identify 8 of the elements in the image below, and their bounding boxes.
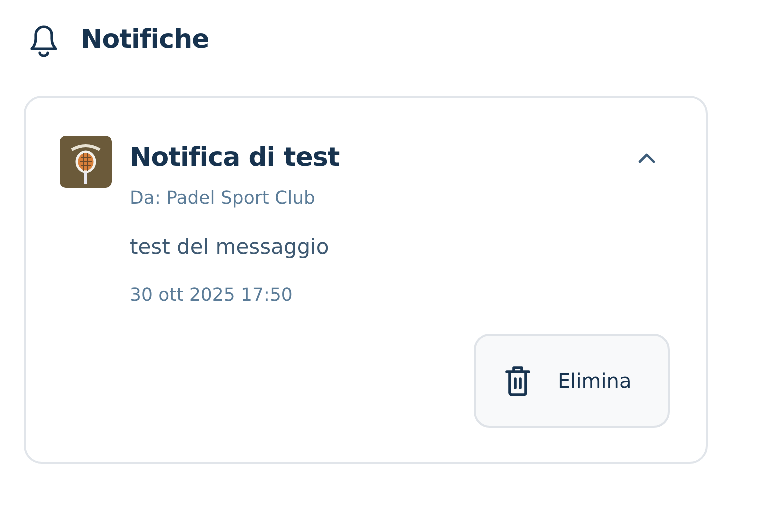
delete-button[interactable]: Elimina	[474, 334, 670, 428]
date-text: 30 ott 2025 17:50	[130, 285, 294, 306]
page-title: Notifiche	[81, 25, 210, 55]
sender-text: Da: Padel Sport Club	[130, 188, 316, 209]
notification-title: Notifica di test	[130, 143, 340, 173]
racket-logo-icon	[60, 136, 112, 188]
trash-icon	[504, 365, 532, 397]
message-text: test del messaggio	[130, 235, 330, 259]
